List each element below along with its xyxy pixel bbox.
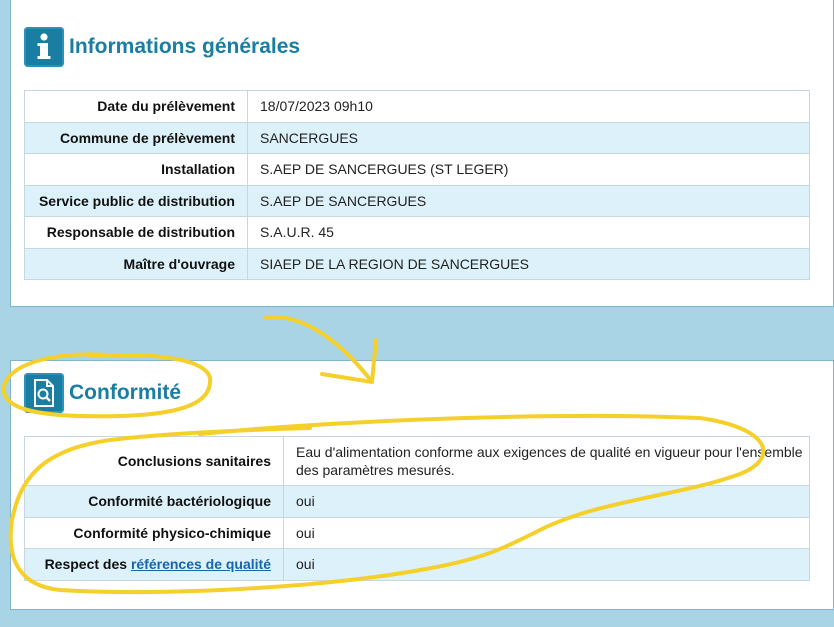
- row-value: SANCERGUES: [247, 121, 810, 154]
- row-label: Commune de prélèvement: [24, 121, 248, 154]
- row-value: 18/07/2023 09h10: [247, 90, 810, 123]
- row-label: Conclusions sanitaires: [24, 436, 284, 486]
- row-value: S.A.U.R. 45: [247, 216, 810, 249]
- row-value: Eau d'alimentation conforme aux exigence…: [283, 436, 810, 486]
- row-value: oui: [283, 548, 810, 581]
- table-row: Respect des références de qualité oui: [24, 548, 810, 581]
- row-value: SIAEP DE LA REGION DE SANCERGUES: [247, 247, 810, 280]
- row-label: Conformité bactériologique: [24, 485, 284, 518]
- table-row: Conformité bactériologique oui: [24, 485, 810, 518]
- table-row: Maître d'ouvrage SIAEP DE LA REGION DE S…: [24, 247, 810, 280]
- row-label: Service public de distribution: [24, 184, 248, 217]
- row-label: Maître d'ouvrage: [24, 247, 248, 280]
- table-row: Installation S.AEP DE SANCERGUES (ST LEG…: [24, 153, 810, 186]
- row-label: Responsable de distribution: [24, 216, 248, 249]
- info-icon: [24, 27, 64, 67]
- info-title: Informations générales: [69, 35, 301, 58]
- info-header: Informations générales: [24, 27, 300, 67]
- row-label: Date du prélèvement: [24, 90, 248, 123]
- conformite-header: Conformité: [24, 373, 181, 413]
- row-value: oui: [283, 485, 810, 518]
- references-qualite-link[interactable]: références de qualité: [131, 556, 271, 572]
- table-row: Service public de distribution S.AEP DE …: [24, 184, 810, 217]
- conformite-panel: Conformité Conclusions sanitaires Eau d'…: [10, 360, 834, 610]
- table-row: Commune de prélèvement SANCERGUES: [24, 121, 810, 154]
- row-label-prefix: Respect des: [44, 556, 131, 573]
- table-row: Responsable de distribution S.A.U.R. 45: [24, 216, 810, 249]
- document-search-icon: [24, 373, 64, 413]
- info-panel: Informations générales Date du prélèveme…: [10, 0, 834, 307]
- table-row: Conclusions sanitaires Eau d'alimentatio…: [24, 436, 810, 486]
- row-label: Conformité physico-chimique: [24, 516, 284, 549]
- row-value: S.AEP DE SANCERGUES: [247, 184, 810, 217]
- table-row: Date du prélèvement 18/07/2023 09h10: [24, 90, 810, 123]
- row-label: Installation: [24, 153, 248, 186]
- row-label: Respect des références de qualité: [24, 548, 284, 581]
- row-value: S.AEP DE SANCERGUES (ST LEGER): [247, 153, 810, 186]
- row-value: oui: [283, 516, 810, 549]
- conformite-title: Conformité: [69, 381, 181, 404]
- table-row: Conformité physico-chimique oui: [24, 516, 810, 549]
- info-table: Date du prélèvement 18/07/2023 09h10 Com…: [24, 90, 810, 280]
- conformite-table: Conclusions sanitaires Eau d'alimentatio…: [24, 436, 810, 581]
